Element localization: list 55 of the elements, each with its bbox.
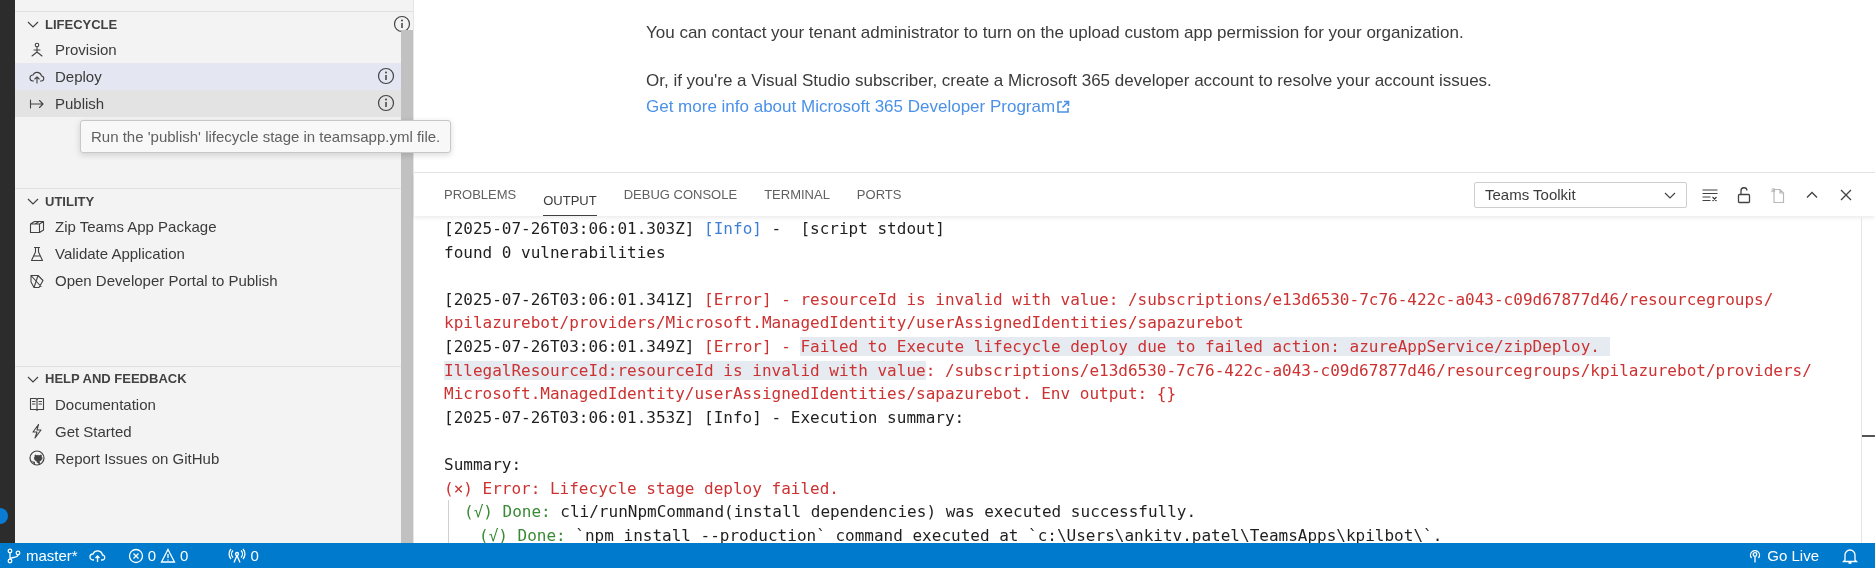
log-line: IllegalResourceId:resourceId is invalid with value: /subscriptions/e13d6530-7c76-422c-a043-c09d67877d46/resourcegroups/kpilazurebot/providers/ xyxy=(444,359,1813,382)
log-line: (√) Done: cli/runNpmCommand(install dependencies) was executed successfully. xyxy=(464,501,1198,524)
message-text: Or, if you're a Visual Studio subscriber, create a Microsoft 365 developer account to resolve your account issues. xyxy=(646,70,1493,92)
tree-item[interactable]: Get Started xyxy=(15,417,401,445)
error-icon xyxy=(127,547,144,564)
external-link-icon xyxy=(1056,100,1071,114)
branch-icon xyxy=(6,547,22,564)
cloud-sync-icon[interactable] xyxy=(87,547,108,564)
log-line: kpilazurebot/providers/Microsoft.ManagedIdentity/userAssignedIdentities/sapazurebot xyxy=(444,312,1245,335)
broadcast-icon xyxy=(228,547,247,564)
tree-item[interactable]: Zip Teams App Package xyxy=(15,213,401,241)
section-header[interactable]: LIFECYCLE xyxy=(45,16,118,32)
panel-tab[interactable]: DEBUG CONSOLE xyxy=(623,173,738,216)
log-line: [2025-07-26T03:06:01.303Z] [Info] - [script stdout] xyxy=(444,218,946,240)
book-icon xyxy=(29,396,45,413)
log-line: [2025-07-26T03:06:01.349Z] [Error] - Failed to Execute lifecycle deploy due to failed action: azureAppService/zipDeploy. xyxy=(444,334,1875,359)
flask-icon xyxy=(29,245,45,262)
panel-tab[interactable]: TERMINAL xyxy=(764,173,830,216)
github-icon xyxy=(29,450,45,467)
tree-item[interactable]: Open Developer Portal to Publish xyxy=(15,267,401,295)
ports-status[interactable]: 0 xyxy=(228,543,259,568)
log-line: (×) Error: Lifecycle stage deploy failed. xyxy=(444,477,840,500)
tree-item[interactable]: Report Issues on GitHub xyxy=(15,444,401,472)
tooltip: Run the 'publish' lifecycle stage in teamsapp.yml file. xyxy=(80,120,452,153)
tree-item[interactable]: Deploy xyxy=(15,63,401,90)
scrollbar[interactable] xyxy=(1861,217,1875,543)
log-line: [2025-07-26T03:06:01.353Z] [Info] - Execution summary: xyxy=(444,406,966,429)
message-text: You can contact your tenant administrator to turn on the upload custom app permission for your organization. xyxy=(646,22,1465,44)
tree-item[interactable]: Documentation xyxy=(15,390,401,418)
accounts-icon[interactable] xyxy=(0,508,8,524)
warning-icon xyxy=(160,547,177,564)
section-header[interactable]: HELP AND FEEDBACK xyxy=(45,371,187,387)
log-line: Microsoft.ManagedIdentity/userAssignedIdentities/sapazurebot. Env output: {} xyxy=(444,383,1178,406)
info-icon[interactable] xyxy=(393,15,411,33)
box-icon xyxy=(29,218,45,235)
tree-item[interactable]: Validate Application xyxy=(15,240,401,268)
unlock-icon[interactable] xyxy=(1735,185,1753,204)
branch-status[interactable]: master* xyxy=(6,543,78,568)
tree-item[interactable]: Provision xyxy=(15,36,401,63)
channel-dropdown[interactable]: Teams Toolkit xyxy=(1474,181,1687,208)
person-network-icon xyxy=(29,41,45,58)
log-line: [2025-07-26T03:06:01.341Z] [Error] - resourceId is invalid with value: /subscriptions/e13d6530-7c76-422c-a043-c09d67877d46/resourcegroups/ xyxy=(444,288,1775,311)
info-icon[interactable] xyxy=(377,94,395,112)
info-icon[interactable] xyxy=(377,67,395,85)
log-line: found 0 vulnerabilities xyxy=(444,241,667,264)
portal-icon xyxy=(29,272,45,289)
panel-tab[interactable]: PROBLEMS xyxy=(444,173,517,216)
tree-item[interactable]: Publish xyxy=(15,90,401,117)
section-header[interactable]: UTILITY xyxy=(45,193,95,209)
go-live-button[interactable]: Go Live xyxy=(1747,543,1819,568)
panel-tab[interactable]: PORTS xyxy=(856,173,902,216)
problems-status[interactable]: 0 0 xyxy=(127,543,189,568)
panel-tab[interactable]: OUTPUT xyxy=(543,183,597,216)
bell-icon[interactable] xyxy=(1841,546,1859,565)
log-line: Summary: xyxy=(444,453,523,476)
